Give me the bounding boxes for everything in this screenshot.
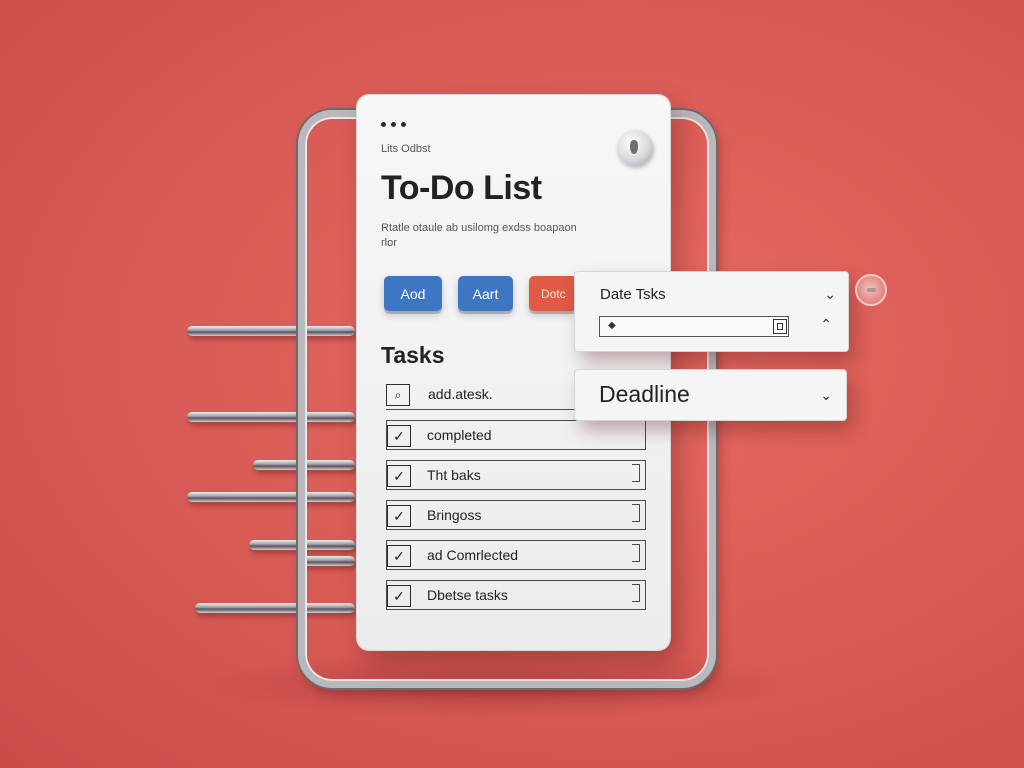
task-checkbox[interactable]: ✓ [387,425,411,447]
text-caret-icon: ◆ [608,320,616,331]
date-input[interactable]: ◆ [599,316,789,337]
task-row[interactable]: ✓ ad Comrlected [386,540,646,570]
menu-dots-icon[interactable] [381,122,406,127]
calendar-icon[interactable] [773,319,787,334]
task-label: ad Comrlected [427,547,519,563]
task-checkbox[interactable]: ✓ [387,585,411,607]
chevron-up-icon[interactable]: ⌃ [820,316,832,333]
panel-subtitle: Lits Odbst [381,143,431,155]
task-row[interactable]: ✓ Tht baks [386,460,646,490]
task-checkbox[interactable]: ✓ [387,505,411,527]
task-checkbox[interactable]: ✓ [387,545,411,567]
row-handle [632,504,640,522]
row-handle [632,464,640,482]
task-checkbox[interactable]: ✓ [387,465,411,487]
page-title: To-Do List [381,169,542,207]
task-row[interactable]: ✓ Dbetse tasks [386,580,646,610]
task-label: completed [427,427,492,443]
add-button[interactable]: Aod [384,276,442,311]
task-label: Tht baks [427,467,481,483]
row-handle [632,544,640,562]
tasks-heading: Tasks [381,342,445,368]
task-label: Dbetse tasks [427,587,508,603]
chevron-down-icon[interactable]: ⌄ [820,387,832,404]
task-row[interactable]: ✓ completed [386,420,646,450]
date-button[interactable]: Dotc [529,276,577,311]
connector-pin-icon [855,274,887,306]
row-handle [632,584,640,602]
task-label: Bringoss [427,507,482,523]
task-row[interactable]: ✓ Bringoss [386,500,646,530]
deadline-dropdown[interactable]: Deadline ⌄ [575,370,846,420]
chevron-down-icon[interactable]: ⌄ [824,286,836,303]
knob-icon[interactable] [617,130,653,166]
alert-button[interactable]: Aart [458,276,513,311]
date-tasks-dropdown[interactable]: Date Tsks ⌄ ◆ ⌃ [575,272,848,351]
task-checkbox[interactable]: ⌕ [386,384,410,406]
date-tasks-label: Date Tsks [600,286,666,303]
task-label: add.atesk. [428,386,493,402]
deadline-label: Deadline [599,381,690,407]
panel-description: Rtatle otaule ab usilomg exdss boapaon r… [381,222,577,249]
